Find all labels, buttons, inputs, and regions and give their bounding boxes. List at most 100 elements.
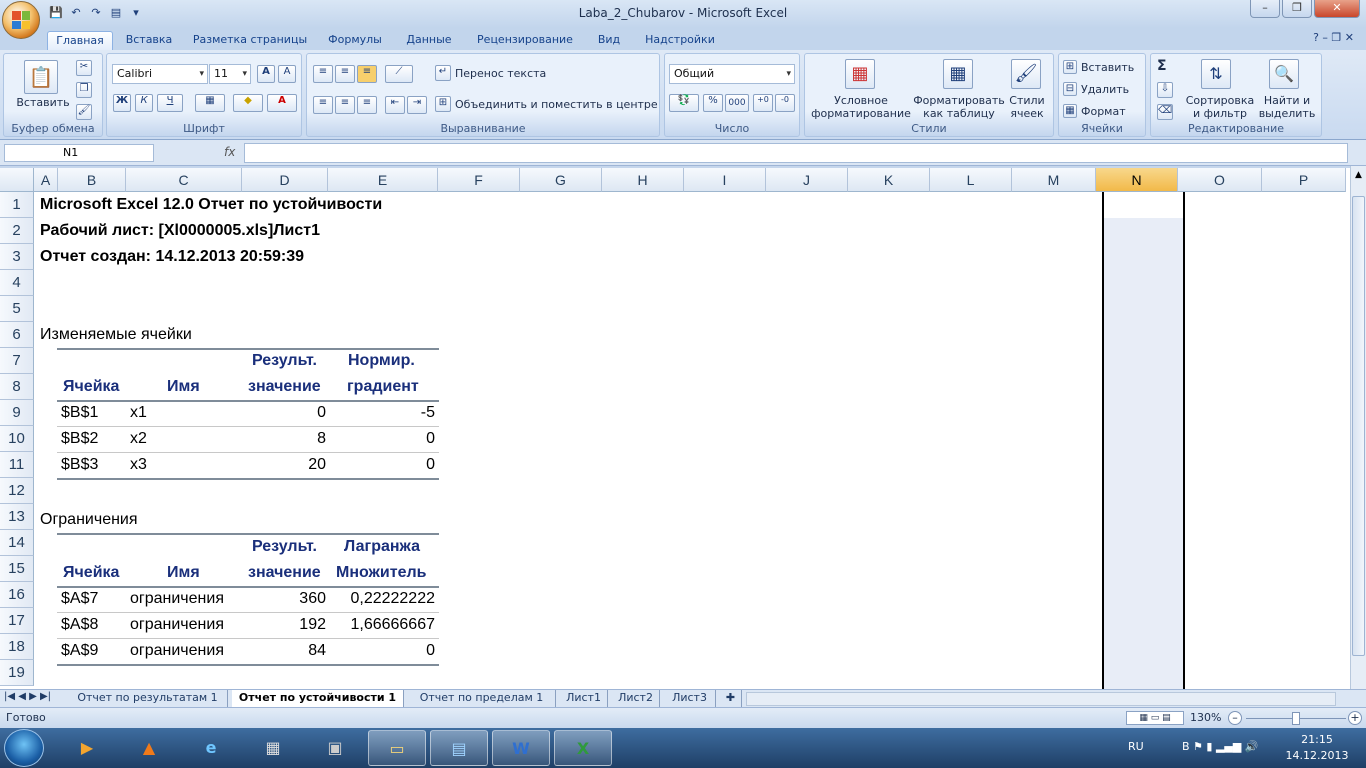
column-header-c[interactable]: C: [126, 168, 242, 192]
internet-explorer-icon[interactable]: e: [182, 730, 240, 766]
clock-date[interactable]: 14.12.2013: [1284, 749, 1350, 762]
scroll-thumb[interactable]: [1352, 196, 1365, 656]
orientation-icon[interactable]: ⟋: [385, 65, 413, 83]
row-header-13[interactable]: 13: [0, 504, 34, 530]
worksheet-grid[interactable]: ABCDEFGHIJKLMNOP 1 2 3 4 5 6 7 8 9 10 11 12 13 14 15 16…: [0, 168, 1350, 689]
align-top-icon[interactable]: ≡: [313, 65, 333, 83]
calculator-icon[interactable]: ▦: [244, 730, 302, 766]
media-player-icon[interactable]: ▶: [58, 730, 116, 766]
report-cell-name[interactable]: ограничения: [130, 638, 224, 664]
conditional-format-button[interactable]: Условное форматирование: [807, 94, 915, 120]
row-header-9[interactable]: 9: [0, 400, 34, 426]
column-header-g[interactable]: G: [520, 168, 602, 192]
control-panel-icon[interactable]: ▤: [430, 730, 488, 766]
report-cell-cell[interactable]: $A$9: [61, 638, 98, 664]
row-header-18[interactable]: 18: [0, 634, 34, 660]
align-bottom-icon[interactable]: ≡: [357, 65, 377, 83]
report-cell-value[interactable]: 192: [299, 612, 326, 638]
fill-color-icon[interactable]: ◆: [233, 94, 263, 112]
clear-icon[interactable]: ⌫: [1157, 104, 1173, 120]
report-cell-name[interactable]: x2: [130, 426, 147, 452]
align-right-icon[interactable]: ≡: [357, 96, 377, 114]
tab-view[interactable]: Вид: [590, 31, 628, 50]
tab-data[interactable]: Данные: [398, 31, 460, 50]
close-button[interactable]: ✕: [1314, 0, 1360, 18]
increase-decimal-icon[interactable]: +0: [753, 94, 773, 112]
merge-center-button[interactable]: Объединить и поместить в центре: [455, 98, 658, 111]
zoom-level[interactable]: 130%: [1190, 708, 1221, 728]
bold-button[interactable]: Ж: [113, 94, 131, 112]
sheet-tab-list3[interactable]: Лист3: [664, 690, 716, 707]
sheet-tab-limits[interactable]: Отчет по пределам 1: [408, 690, 556, 707]
report-cell-value[interactable]: 8: [317, 426, 326, 452]
report-cell-extra[interactable]: 0: [426, 638, 435, 664]
report-cell-extra[interactable]: 0,22222222: [350, 586, 435, 612]
column-header-m[interactable]: M: [1012, 168, 1096, 192]
decrease-decimal-icon[interactable]: -0: [775, 94, 795, 112]
cell-styles-button[interactable]: Стили ячеек: [1003, 94, 1051, 120]
row-header-8[interactable]: 8: [0, 374, 34, 400]
font-name-combo[interactable]: Calibri: [112, 64, 208, 84]
app-icon[interactable]: ▣: [306, 730, 364, 766]
report-cell-name[interactable]: x1: [130, 400, 147, 426]
excel-icon[interactable]: X: [554, 730, 612, 766]
column-header-k[interactable]: K: [848, 168, 930, 192]
report-cell-extra[interactable]: -5: [421, 400, 435, 426]
column-header-p[interactable]: P: [1262, 168, 1346, 192]
report-cell-extra[interactable]: 0: [426, 426, 435, 452]
view-buttons-icon[interactable]: ▦ ▭ ▤: [1126, 711, 1184, 725]
insert-function-icon[interactable]: fx: [224, 145, 235, 159]
sort-filter-button[interactable]: Сортировка и фильтр: [1185, 94, 1255, 120]
format-as-table-icon[interactable]: ▦: [943, 59, 973, 89]
selected-column-n[interactable]: [1102, 192, 1185, 689]
row-header-2[interactable]: 2: [0, 218, 34, 244]
column-header-l[interactable]: L: [930, 168, 1012, 192]
row-header-16[interactable]: 16: [0, 582, 34, 608]
help-icon[interactable]: ? – ❐ ✕: [1313, 31, 1354, 44]
sheet-tab-sensitivity[interactable]: Отчет по устойчивости 1: [232, 690, 404, 707]
row-header-6[interactable]: 6: [0, 322, 34, 348]
autosum-button[interactable]: Σ: [1157, 59, 1167, 73]
column-header-h[interactable]: H: [602, 168, 684, 192]
paste-button[interactable]: Вставить: [14, 96, 72, 109]
report-cell-extra[interactable]: 1,66666667: [350, 612, 435, 638]
percent-button[interactable]: %: [703, 94, 723, 112]
row-header-10[interactable]: 10: [0, 426, 34, 452]
active-cell-n1[interactable]: [1104, 192, 1183, 218]
find-select-button[interactable]: Найти и выделить: [1257, 94, 1317, 120]
report-cell-cell[interactable]: $A$8: [61, 612, 98, 638]
font-size-combo[interactable]: 11: [209, 64, 251, 84]
column-header-i[interactable]: I: [684, 168, 766, 192]
report-cell-value[interactable]: 20: [308, 452, 326, 478]
vlc-icon[interactable]: ▲: [120, 730, 178, 766]
row-header-12[interactable]: 12: [0, 478, 34, 504]
paste-icon[interactable]: 📋: [24, 60, 58, 94]
sheet-nav-icon[interactable]: |◀ ◀ ▶ ▶|: [4, 691, 51, 702]
column-header-n[interactable]: N: [1096, 168, 1178, 192]
borders-icon[interactable]: ▦: [195, 94, 225, 112]
conditional-format-icon[interactable]: ▦: [845, 59, 875, 89]
tab-insert[interactable]: Вставка: [118, 31, 180, 50]
cell-styles-icon[interactable]: 🖌: [1011, 59, 1041, 89]
report-cell-cell[interactable]: $B$1: [61, 400, 98, 426]
underline-button[interactable]: Ч: [157, 94, 183, 112]
column-header-j[interactable]: J: [766, 168, 848, 192]
language-indicator[interactable]: RU: [1128, 740, 1144, 753]
row-header-3[interactable]: 3: [0, 244, 34, 270]
report-cell-cell[interactable]: $B$3: [61, 452, 98, 478]
start-button[interactable]: [4, 729, 44, 767]
row-header-1[interactable]: 1: [0, 192, 34, 218]
sheet-tab-results[interactable]: Отчет по результатам 1: [68, 690, 228, 707]
grow-font-icon[interactable]: A: [257, 65, 275, 83]
office-button[interactable]: [2, 1, 40, 39]
row-header-5[interactable]: 5: [0, 296, 34, 322]
minimize-button[interactable]: –: [1250, 0, 1280, 18]
report-cell-value[interactable]: 0: [317, 400, 326, 426]
row-header-4[interactable]: 4: [0, 270, 34, 296]
explorer-icon[interactable]: ▭: [368, 730, 426, 766]
row-header-11[interactable]: 11: [0, 452, 34, 478]
zoom-slider-thumb[interactable]: [1292, 712, 1300, 725]
tab-review[interactable]: Рецензирование: [468, 31, 582, 50]
row-header-14[interactable]: 14: [0, 530, 34, 556]
report-cell-name[interactable]: x3: [130, 452, 147, 478]
